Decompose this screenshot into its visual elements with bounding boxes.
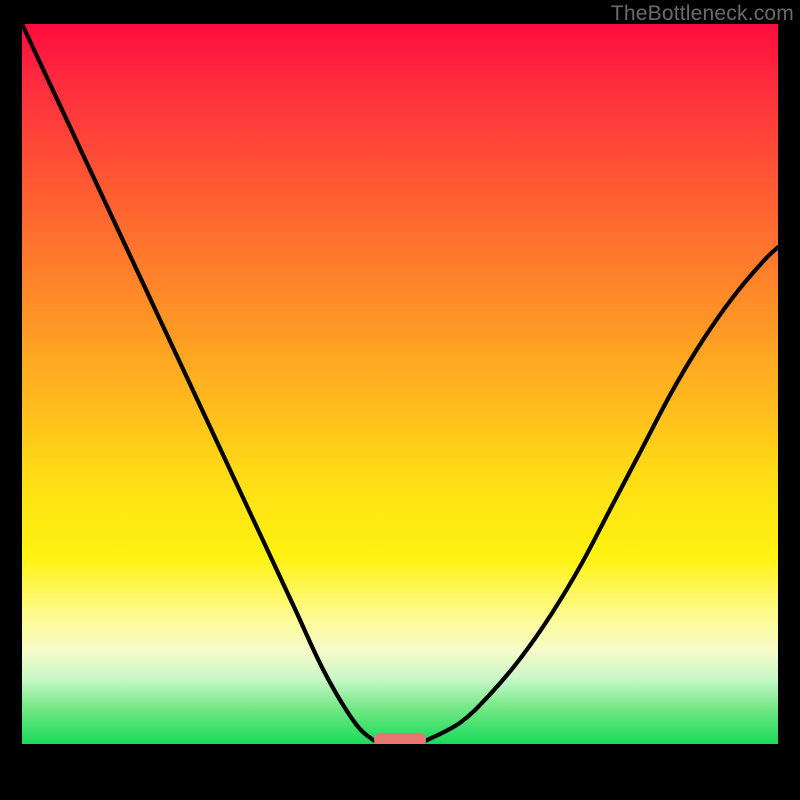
bottleneck-curve	[22, 24, 778, 744]
axis-bottom-band	[22, 744, 778, 778]
curve-left-branch	[22, 24, 374, 740]
chart-frame	[22, 24, 778, 778]
curve-right-branch	[426, 247, 778, 740]
bottleneck-marker	[374, 733, 427, 744]
watermark-text: TheBottleneck.com	[611, 2, 794, 26]
plot-area	[22, 24, 778, 744]
